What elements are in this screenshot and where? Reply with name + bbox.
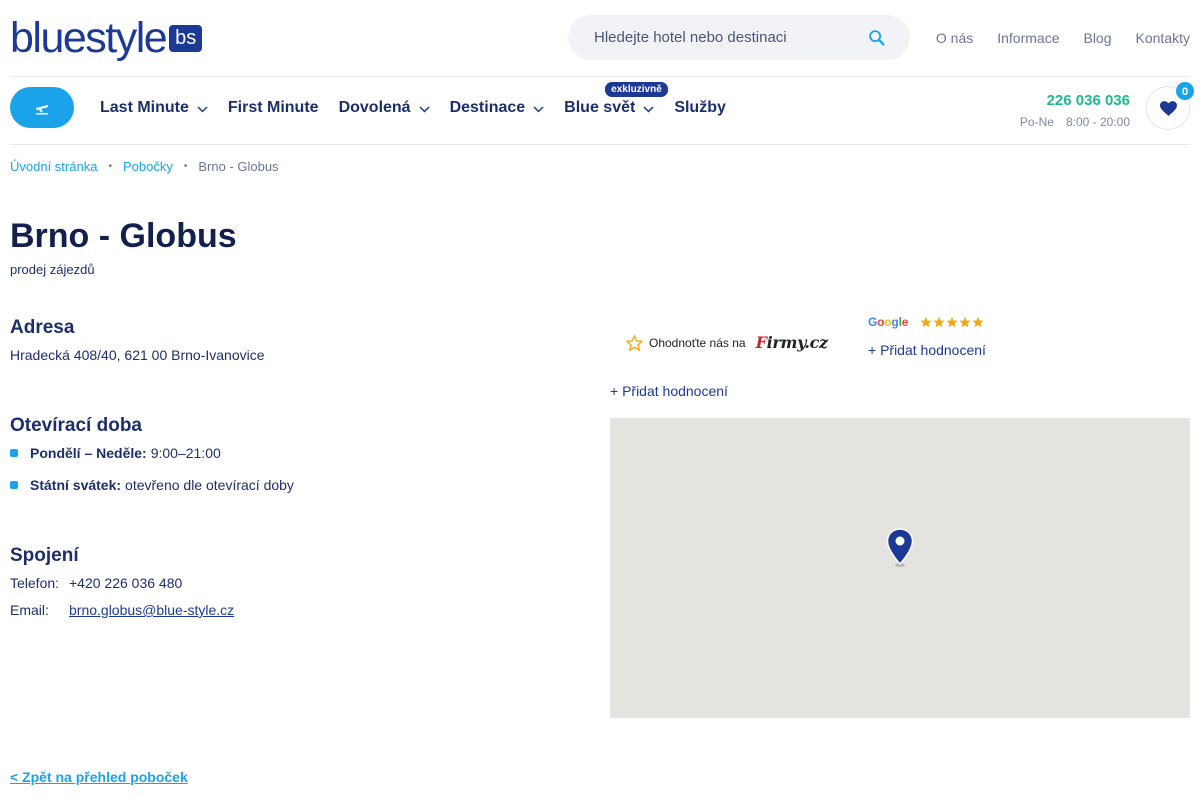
- top-link-about[interactable]: O nás: [936, 30, 973, 46]
- breadcrumb-separator: •: [108, 161, 112, 172]
- star-icon: [959, 316, 971, 328]
- star-icon: [933, 316, 945, 328]
- favorites-button[interactable]: 0: [1146, 81, 1195, 130]
- nav-item-label: Dovolená: [338, 99, 411, 116]
- nav-item-label: Služby: [674, 99, 726, 116]
- breadcrumb-branches[interactable]: Pobočky: [123, 159, 173, 174]
- logo[interactable]: bluestyle bs: [10, 13, 203, 62]
- opening-hours-label: Pondělí – Neděle:: [30, 445, 147, 461]
- breadcrumb-separator: •: [183, 161, 188, 172]
- contact-heading: Spojení: [10, 545, 79, 566]
- top-header: bluestyle bs O nás Informace Blog Kontak…: [10, 0, 1190, 77]
- nav-item-label: Blue svět: [564, 99, 636, 116]
- top-link-info[interactable]: Informace: [997, 30, 1059, 46]
- phone-block: 226 036 036 Po-Ne 8:00 - 20:00: [1020, 92, 1130, 129]
- firmy-rating-widget[interactable]: Ohodnoťte nás na Firmy.cz: [626, 333, 828, 352]
- logo-text: bluestyle: [10, 13, 168, 62]
- address-heading: Adresa: [10, 317, 75, 338]
- google-logo: Google: [868, 315, 909, 329]
- contact-phone-label: Telefon:: [10, 575, 60, 591]
- top-link-contacts[interactable]: Kontakty: [1136, 30, 1190, 46]
- logo-badge: bs: [169, 24, 203, 52]
- phone-hours-time: 8:00 - 20:00: [1065, 115, 1130, 129]
- nav-item-first-minute[interactable]: First Minute: [228, 99, 319, 117]
- nav-item-label: Destinace: [449, 99, 526, 116]
- opening-hours-value: 9:00–21:00: [150, 445, 221, 461]
- bullet: [10, 449, 18, 457]
- opening-hours-row: Státní svátek: otevřeno dle otevírací do…: [10, 476, 294, 494]
- contact-row-email: Email: brno.globus@blue-style.cz: [10, 602, 234, 620]
- breadcrumb-home[interactable]: Úvodní stránka: [10, 159, 97, 174]
- opening-hours-value: otevřeno dle otevírací doby: [125, 477, 294, 493]
- chevron-down-icon: [419, 105, 430, 113]
- nav-item-dovolena[interactable]: Dovolená: [339, 99, 430, 117]
- google-rating: Google: [868, 315, 984, 329]
- star-icon: [946, 316, 958, 328]
- opening-hours-heading: Otevírací doba: [10, 415, 142, 436]
- search-icon[interactable]: [866, 27, 888, 49]
- star-outline-icon: [626, 334, 643, 351]
- chevron-down-icon: [643, 105, 654, 113]
- google-add-rating-link[interactable]: + Přidat hodnocení: [868, 342, 986, 358]
- opening-hours-list: Pondělí – Neděle: 9:00–21:00 Státní svát…: [10, 444, 294, 508]
- chevron-down-icon: [197, 105, 208, 113]
- back-to-branches-link[interactable]: < Zpět na přehled poboček: [10, 769, 188, 785]
- top-links: O nás Informace Blog Kontakty: [936, 30, 1190, 46]
- page-title: Brno - Globus: [10, 217, 237, 255]
- contact-list: Telefon: +420 226 036 480 Email: brno.gl…: [10, 575, 234, 629]
- chevron-down-icon: [533, 105, 544, 113]
- phone-hours-days: Po-Ne: [1019, 115, 1054, 129]
- google-stars: [920, 316, 984, 328]
- nav-item-last-minute[interactable]: Last Minute: [100, 99, 208, 117]
- opening-hours-label: Státní svátek:: [30, 477, 122, 493]
- star-icon: [972, 316, 984, 328]
- phone-hours: Po-Ne 8:00 - 20:00: [1020, 115, 1130, 129]
- address-text: Hradecká 408/40, 621 00 Brno-Ivanovice: [10, 347, 265, 363]
- top-link-blog[interactable]: Blog: [1083, 30, 1111, 46]
- firmy-rating-text: Ohodnoťte nás na: [649, 335, 746, 350]
- nav-items: Last Minute First Minute Dovolená Destin…: [100, 81, 746, 117]
- star-icon: [920, 316, 932, 328]
- main-nav: Last Minute First Minute Dovolená Destin…: [10, 77, 1195, 145]
- exclusive-badge: exkluzivně: [604, 81, 669, 98]
- contact-phone-value[interactable]: +420 226 036 480: [69, 575, 182, 593]
- search-box: [568, 15, 910, 60]
- map-pin-icon[interactable]: [886, 528, 914, 568]
- flights-button[interactable]: [10, 87, 74, 128]
- nav-item-label: Last Minute: [100, 99, 189, 116]
- firmy-logo: Firmy.cz: [755, 333, 829, 352]
- add-rating-link[interactable]: + Přidat hodnocení: [610, 383, 728, 399]
- nav-item-sluzby[interactable]: Služby: [674, 99, 726, 117]
- breadcrumb: Úvodní stránka • Pobočky • Brno - Globus: [10, 159, 279, 174]
- nav-item-label: First Minute: [227, 99, 319, 116]
- opening-hours-row: Pondělí – Neděle: 9:00–21:00: [10, 444, 294, 462]
- contact-row-phone: Telefon: +420 226 036 480: [10, 575, 234, 593]
- nav-item-destinace[interactable]: Destinace: [450, 99, 545, 117]
- breadcrumb-current: Brno - Globus: [198, 159, 279, 174]
- search-input[interactable]: [594, 15, 854, 60]
- favorites-count: 0: [1175, 81, 1195, 101]
- bullet: [10, 481, 18, 489]
- heart-icon: [1159, 100, 1177, 116]
- contact-email-label: Email:: [10, 602, 49, 618]
- contact-email-link[interactable]: brno.globus@blue-style.cz: [69, 602, 234, 620]
- phone-number[interactable]: 226 036 036: [1020, 92, 1130, 109]
- page-subtitle: prodej zájezdů: [10, 262, 95, 277]
- airplane-icon: [36, 104, 48, 114]
- nav-item-blue-svet[interactable]: exkluzivně Blue svět: [564, 81, 669, 117]
- branch-map[interactable]: [610, 418, 1190, 718]
